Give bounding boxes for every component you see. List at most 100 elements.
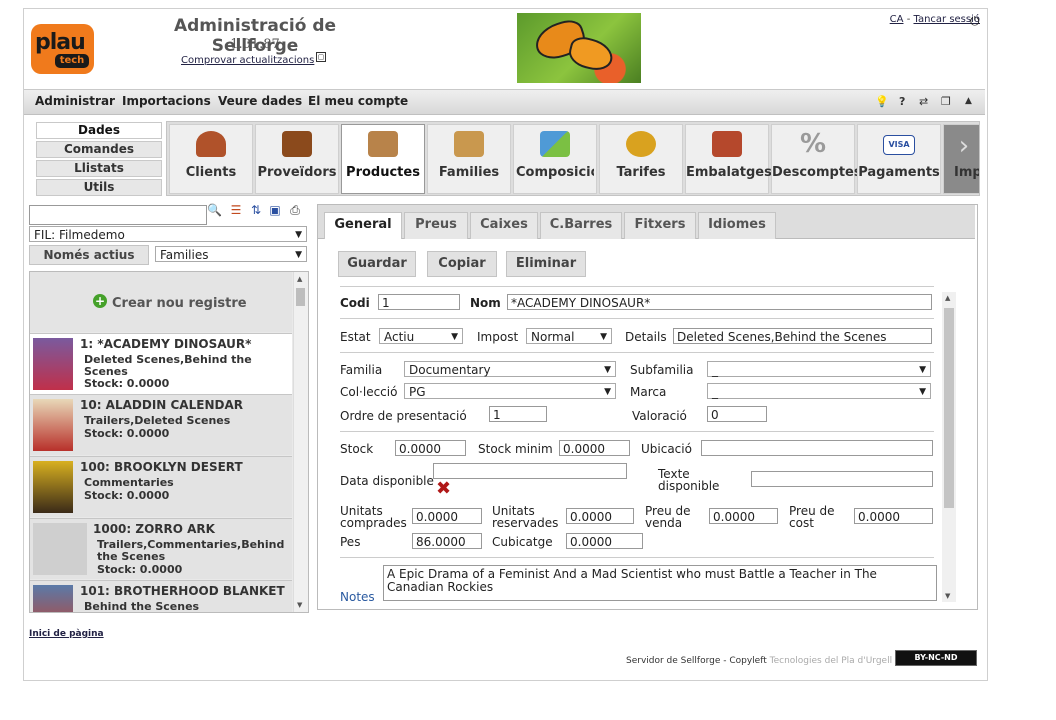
ucomp-field[interactable]: 0.0000 (412, 508, 482, 524)
tab-idiomes[interactable]: Idiomes (698, 212, 776, 239)
list-item[interactable]: 101: BROTHERHOOD BLANKET Behind the Scen… (30, 580, 292, 613)
search-input[interactable] (29, 205, 207, 225)
list-item[interactable]: 1: *ACADEMY DINOSAUR* Deleted Scenes,Beh… (30, 333, 292, 394)
module-proveidors[interactable]: Proveïdors (255, 124, 339, 194)
delete-button[interactable]: Eliminar (506, 251, 586, 277)
impost-select[interactable]: Normal ▼ (526, 328, 612, 344)
module-productes[interactable]: Productes (341, 124, 425, 194)
cc-license-badge[interactable]: BY-NC-ND (895, 650, 977, 666)
module-descomptes[interactable]: % Descomptes (771, 124, 862, 194)
estat-select[interactable]: Actiu ▼ (379, 328, 463, 344)
page-top-link[interactable]: Inici de pàgina (29, 629, 104, 639)
module-tarifes[interactable]: Tarifes (599, 124, 683, 194)
form-scrollbar[interactable]: ▲ ▼ (942, 292, 956, 602)
scroll-up-icon[interactable]: ▲ (297, 275, 302, 283)
tab-fitxers[interactable]: Fitxers (624, 212, 696, 239)
details-field[interactable]: Deleted Scenes,Behind the Scenes (673, 328, 932, 344)
subfamilia-label: Subfamilia (630, 363, 694, 377)
section-utils[interactable]: Utils (36, 179, 162, 196)
new-record-label: Crear nou registre (112, 296, 247, 311)
families-select[interactable]: Families ▼ (155, 246, 307, 262)
pes-field[interactable]: 86.0000 (412, 533, 482, 549)
menu-administrar[interactable]: Administrar (35, 94, 115, 108)
menu-el-meu-compte[interactable]: El meu compte (308, 94, 408, 108)
marca-select[interactable]: _ ▼ (707, 383, 931, 399)
section-llistats[interactable]: Llistats (36, 160, 162, 177)
poster-thumbnail (33, 461, 73, 513)
module-label: Embalatges (686, 165, 772, 180)
notes-label[interactable]: Notes (340, 590, 375, 604)
texte-field[interactable] (751, 471, 933, 487)
valoracio-field[interactable]: 0 (707, 406, 767, 422)
scroll-down-icon[interactable]: ▼ (945, 592, 950, 600)
coins-icon (626, 131, 656, 157)
section-dades[interactable]: Dades (36, 122, 162, 139)
external-window-icon[interactable]: ▢ (316, 52, 326, 62)
list-item[interactable]: 10: ALADDIN CALENDAR Trailers,Deleted Sc… (30, 394, 292, 455)
search-icon[interactable]: 🔍 (207, 203, 222, 217)
language-link[interactable]: CA (890, 14, 904, 25)
record-stock: Stock: 0.0000 (84, 489, 170, 502)
pvenda-label: Preu de venda (645, 505, 691, 529)
scroll-thumb[interactable] (944, 308, 954, 508)
stock-field[interactable]: 0.0000 (395, 440, 466, 456)
top-links: CA - Tancar sessió (890, 14, 980, 25)
footer-credit: Servidor de Sellforge - Copyleft Tecnolo… (626, 656, 911, 666)
window-icon[interactable]: ❐ (941, 95, 951, 108)
list-icon[interactable]: ☰ (229, 203, 243, 217)
nom-field[interactable]: *ACADEMY DINOSAUR* (507, 294, 932, 310)
data-field[interactable] (433, 463, 627, 479)
tab-cbarres[interactable]: C.Barres (540, 212, 622, 239)
save-button[interactable]: Guardar (338, 251, 416, 277)
collapse-icon[interactable]: ▲ (965, 96, 972, 106)
app-version: 1.01.87 (230, 37, 280, 52)
help-icon[interactable]: ? (899, 95, 905, 108)
section-comandes[interactable]: Comandes (36, 141, 162, 158)
check-updates-link[interactable]: Comprovar actualitzacions (181, 55, 314, 66)
box-icon (368, 131, 398, 157)
module-scroll-next[interactable]: › Imp (943, 124, 979, 194)
list-item[interactable]: 100: BROOKLYN DESERT Commentaries Stock:… (30, 456, 292, 517)
marca-value: _ (712, 385, 718, 399)
scroll-up-icon[interactable]: ▲ (945, 294, 950, 302)
familia-select[interactable]: Documentary ▼ (404, 361, 616, 377)
ubicacio-field[interactable] (701, 440, 933, 456)
colleccio-select[interactable]: PG ▼ (404, 383, 616, 399)
image-view-icon[interactable]: ▣ (268, 203, 282, 217)
record-features: Behind the Scenes (84, 600, 200, 613)
tab-general[interactable]: General (324, 212, 402, 239)
plautech-logo[interactable]: plau tech (31, 24, 94, 74)
module-clients[interactable]: Clients (169, 124, 253, 194)
cubicatge-field[interactable]: 0.0000 (566, 533, 643, 549)
list-scrollbar[interactable]: ▲ ▼ (293, 272, 308, 612)
sort-icon[interactable]: ⇅ (249, 203, 263, 217)
pcost-field[interactable]: 0.0000 (854, 508, 933, 524)
print-icon[interactable]: ⎙ (288, 203, 302, 217)
only-active-button[interactable]: Només actius (29, 245, 149, 265)
list-item[interactable]: 1000: ZORRO ARK Trailers,Commentaries,Be… (30, 518, 292, 579)
module-families[interactable]: Families (427, 124, 511, 194)
subfamilia-select[interactable]: _ ▼ (707, 361, 931, 377)
notes-textarea[interactable]: A Epic Drama of a Feminist And a Mad Sci… (383, 565, 937, 601)
scroll-thumb[interactable] (296, 288, 305, 306)
lightbulb-icon[interactable]: 💡 (875, 95, 889, 108)
ordre-field[interactable]: 1 (489, 406, 547, 422)
stockmin-field[interactable]: 0.0000 (559, 440, 630, 456)
filter-select[interactable]: FIL: Filmedemo ▼ (29, 226, 307, 242)
power-icon[interactable]: ⏻ (970, 14, 980, 29)
scroll-down-icon[interactable]: ▼ (297, 601, 302, 609)
copy-button[interactable]: Copiar (427, 251, 497, 277)
tab-preus[interactable]: Preus (404, 212, 468, 239)
module-embalatges[interactable]: Embalatges (685, 124, 772, 194)
clear-date-icon[interactable]: ✖ (436, 478, 451, 499)
menu-importacions[interactable]: Importacions (122, 94, 211, 108)
module-pagaments[interactable]: VISA Pagaments (857, 124, 941, 194)
pvenda-field[interactable]: 0.0000 (709, 508, 778, 524)
ureserv-field[interactable]: 0.0000 (566, 508, 634, 524)
module-composicions[interactable]: Composicions (513, 124, 597, 194)
new-record-button[interactable]: + Crear nou registre (30, 272, 292, 332)
swap-icon[interactable]: ⇄ (919, 95, 928, 108)
codi-field[interactable]: 1 (378, 294, 460, 310)
tab-caixes[interactable]: Caixes (470, 212, 538, 239)
menu-veure-dades[interactable]: Veure dades (218, 94, 302, 108)
